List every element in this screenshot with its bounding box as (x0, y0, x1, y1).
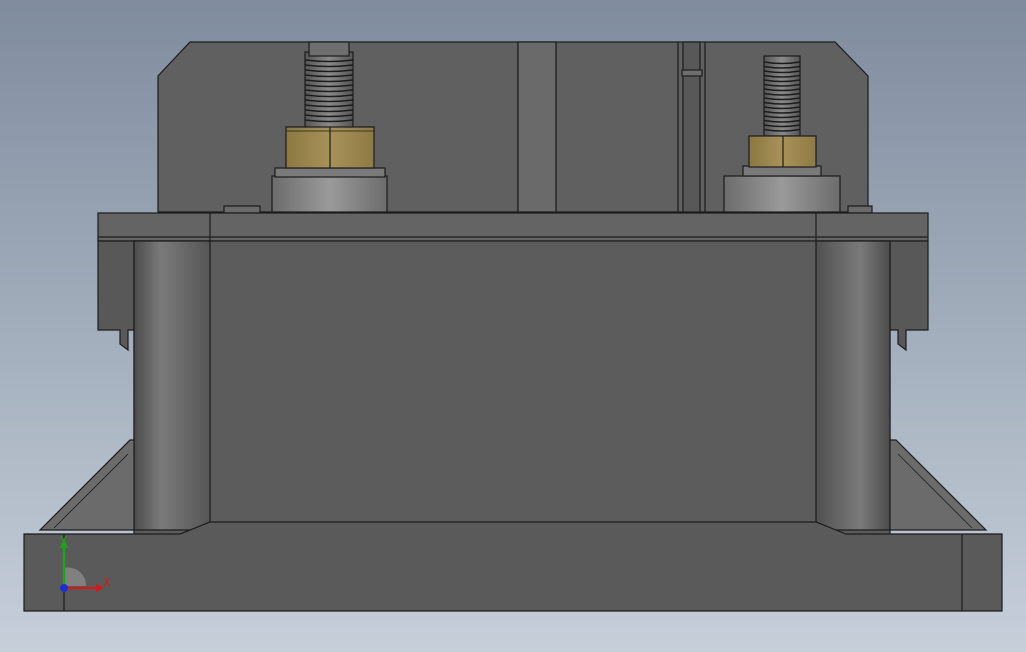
cover-slot-tab (681, 69, 703, 77)
cad-scene[interactable]: X Y (0, 0, 1026, 652)
x-axis-label: X (103, 576, 111, 589)
z-axis-dot (60, 584, 68, 592)
cover-slot (682, 41, 701, 213)
left-boss (133, 240, 211, 531)
left-bolt-head (308, 41, 350, 57)
cover-rib (517, 41, 557, 213)
y-axis-label: Y (59, 534, 67, 547)
right-washer (723, 175, 841, 213)
right-boss (815, 240, 891, 531)
relay-model[interactable] (23, 41, 1003, 612)
base-plate (23, 521, 1003, 612)
flange-tab-right (847, 205, 873, 214)
flange-tab-left (223, 205, 261, 214)
cad-viewport[interactable]: X Y (0, 0, 1026, 652)
left-washer (271, 175, 388, 213)
main-body (133, 240, 891, 537)
left-lockwasher (274, 167, 386, 178)
